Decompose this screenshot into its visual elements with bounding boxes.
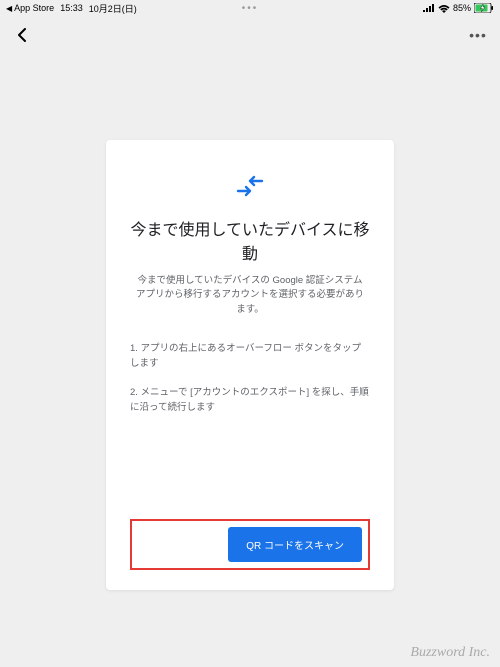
step-1: 1. アプリの右上にあるオーバーフロー ボタンをタップします [130, 341, 370, 371]
nav-bar: ••• [0, 16, 500, 54]
scan-button-highlight: QR コードをスキャン [130, 519, 370, 570]
step-2: 2. メニューで [アカウントのエクスポート] を探し、手順に沿って続行します [130, 385, 370, 415]
transfer-card: 今まで使用していたデバイスに移動 今まで使用していたデバイスの Google 認… [106, 140, 394, 590]
battery-icon [474, 3, 494, 13]
transfer-arrows-icon [130, 174, 370, 198]
scan-qr-button[interactable]: QR コードをスキャン [228, 527, 362, 562]
return-app-label: App Store [14, 3, 54, 13]
back-arrow-icon: ◀ [6, 4, 12, 13]
more-horizontal-icon: ••• [469, 27, 487, 43]
more-button[interactable]: ••• [466, 23, 490, 47]
grabber-indicator: ••• [242, 3, 259, 14]
chevron-left-icon [15, 28, 29, 42]
status-date: 10月2日(日) [89, 2, 137, 15]
status-bar: ◀ App Store 15:33 10月2日(日) ••• 85% [0, 0, 500, 16]
status-left: ◀ App Store 15:33 10月2日(日) [6, 2, 137, 15]
status-right: 85% [423, 3, 494, 13]
battery-percentage: 85% [453, 3, 471, 13]
status-time: 15:33 [60, 3, 83, 13]
card-subtitle: 今まで使用していたデバイスの Google 認証システム アプリから移行するアカ… [130, 274, 370, 317]
wifi-icon [438, 4, 450, 13]
back-button[interactable] [10, 23, 34, 47]
watermark: Buzzword Inc. [410, 645, 490, 661]
cellular-signal-icon [423, 4, 435, 12]
return-to-app[interactable]: ◀ App Store [6, 3, 54, 13]
card-title: 今まで使用していたデバイスに移動 [130, 216, 370, 264]
